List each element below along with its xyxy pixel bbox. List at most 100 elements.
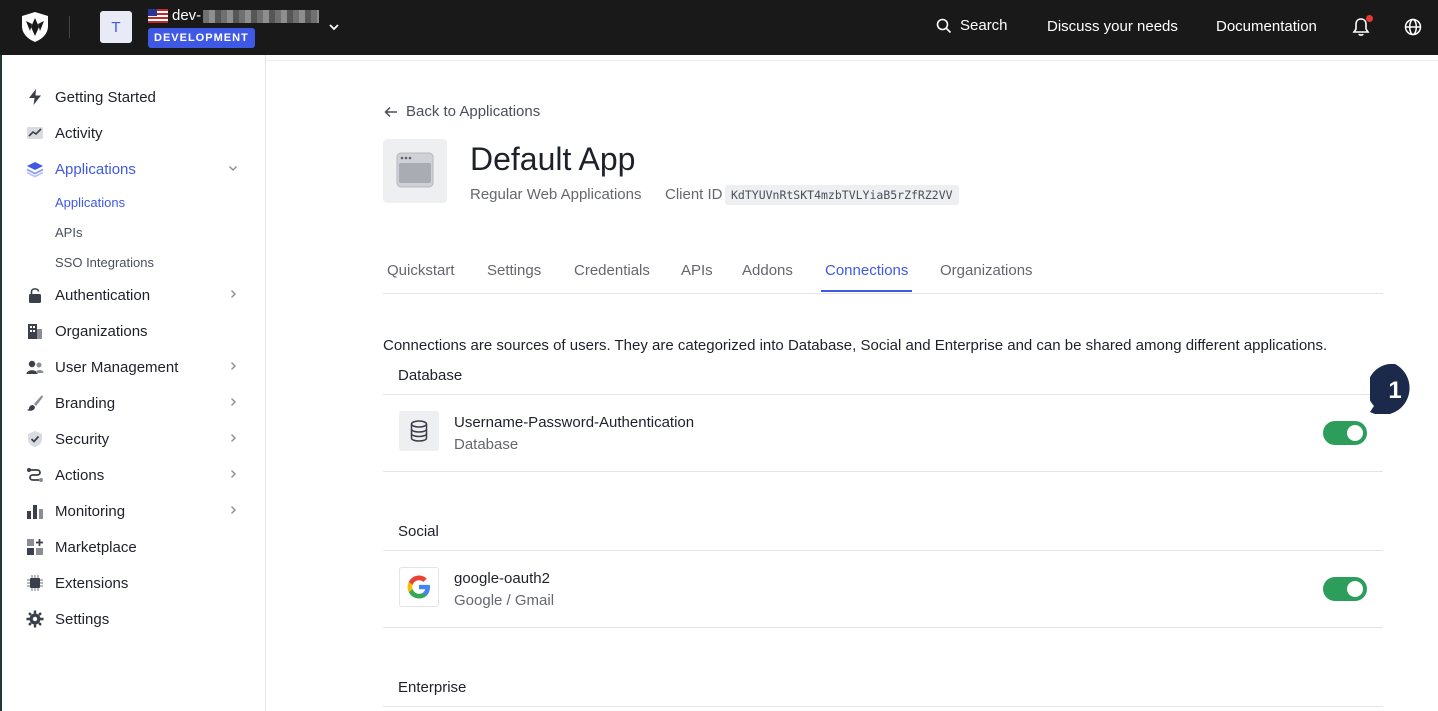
chevron-right-icon: [231, 398, 236, 406]
sidebar-item-label: Authentication: [55, 286, 151, 304]
section-title-enterprise: Enterprise: [398, 679, 467, 696]
notification-dot: [1366, 15, 1373, 22]
chevron-right-icon: [231, 506, 236, 514]
connection-type: Google / Gmail: [454, 592, 555, 609]
chevron-right-icon: [231, 290, 236, 298]
divider: [69, 16, 70, 38]
sidebar-edge: [0, 55, 2, 711]
section-title-social: Social: [398, 523, 439, 540]
sidebar-subitem-applications[interactable]: Applications: [55, 195, 125, 210]
layers-icon: [26, 160, 44, 178]
sidebar-item-label: Extensions: [55, 574, 129, 592]
tab-connections[interactable]: Connections: [825, 262, 908, 279]
sidebar-item-organizations[interactable]: Organizations: [26, 320, 244, 342]
sidebar-item-applications[interactable]: Applications: [26, 158, 244, 180]
tab-organizations[interactable]: Organizations: [940, 262, 1033, 279]
top-navigation-bar: T dev- DEVELOPMENT Search Discuss your n…: [0, 0, 1438, 55]
page-title: Default App: [470, 141, 636, 177]
divider: [383, 394, 1383, 395]
google-logo-icon: [399, 567, 439, 607]
sidebar-item-monitoring[interactable]: Monitoring: [26, 500, 244, 522]
tab-credentials[interactable]: Credentials: [574, 262, 650, 279]
building-icon: [26, 322, 44, 340]
actions-flow-icon: [26, 466, 44, 484]
sidebar-item-security[interactable]: Security: [26, 428, 244, 450]
sidebar-item-label: Organizations: [55, 322, 148, 340]
activity-chart-icon: [26, 124, 44, 142]
sidebar-item-label: Marketplace: [55, 538, 137, 556]
sidebar-subitem-apis[interactable]: APIs: [55, 225, 82, 240]
section-title-database: Database: [398, 367, 463, 384]
lock-icon: [26, 286, 44, 304]
chevron-down-icon[interactable]: [328, 21, 340, 33]
arrow-left-icon: [384, 106, 397, 117]
back-to-applications-link[interactable]: Back to Applications: [384, 103, 540, 120]
toggle-knob: [1347, 425, 1363, 441]
client-id-label: Client ID: [665, 186, 723, 203]
search-button[interactable]: Search: [936, 17, 1008, 34]
lightning-icon: [26, 88, 44, 106]
chevron-right-icon: [231, 362, 236, 370]
gear-icon: [26, 610, 44, 628]
database-connection-toggle[interactable]: [1323, 421, 1367, 445]
back-link-label: Back to Applications: [406, 103, 541, 120]
sidebar-item-activity[interactable]: Activity: [26, 122, 244, 144]
divider: [383, 471, 1383, 472]
connection-name: Username-Password-Authentication: [454, 414, 695, 431]
toggle-knob: [1347, 581, 1363, 597]
sidebar-item-label: Security: [55, 430, 110, 448]
sidebar-subitem-sso-integrations[interactable]: SSO Integrations: [55, 255, 154, 270]
sidebar-item-label: Getting Started: [55, 88, 156, 106]
divider: [383, 706, 1383, 707]
auth0-logo-icon[interactable]: [22, 12, 48, 42]
database-icon: [399, 411, 439, 451]
sidebar-item-extensions[interactable]: Extensions: [26, 572, 244, 594]
tab-addons[interactable]: Addons: [742, 262, 793, 279]
brush-icon: [26, 394, 44, 412]
sidebar-item-marketplace[interactable]: Marketplace: [26, 536, 244, 558]
sidebar-item-branding[interactable]: Branding: [26, 392, 244, 414]
divider: [383, 627, 1383, 628]
connection-name: google-oauth2: [454, 570, 550, 587]
chevron-right-icon: [231, 470, 236, 478]
browser-window-icon: [396, 152, 434, 188]
discuss-needs-link[interactable]: Discuss your needs: [1047, 18, 1178, 35]
sidebar-item-label: Branding: [55, 394, 116, 412]
client-id-value[interactable]: KdTYUVnRtSKT4mzbTVLYiaB5rZfRZ2VV: [725, 185, 959, 205]
sidebar-item-label: Monitoring: [55, 502, 126, 520]
connections-description: Connections are sources of users. They a…: [383, 337, 1328, 354]
chip-icon: [26, 574, 44, 592]
google-connection-toggle[interactable]: [1323, 577, 1367, 601]
search-icon: [936, 18, 952, 33]
app-icon: [383, 139, 447, 203]
sidebar-item-settings[interactable]: Settings: [26, 608, 244, 630]
us-flag-icon: [148, 9, 168, 23]
sidebar-item-label: Actions: [55, 466, 105, 484]
sidebar-item-label: Activity: [55, 124, 103, 142]
tab-apis[interactable]: APIs: [681, 262, 713, 279]
divider: [383, 550, 1383, 551]
chevron-right-icon: [231, 434, 236, 442]
sidebar-item-label: User Management: [55, 358, 179, 376]
sidebar-item-actions[interactable]: Actions: [26, 464, 244, 486]
application-type: Regular Web Applications: [470, 186, 642, 203]
users-icon: [26, 358, 44, 376]
documentation-link[interactable]: Documentation: [1216, 18, 1317, 35]
globe-icon[interactable]: [1404, 18, 1422, 36]
tab-settings[interactable]: Settings: [487, 262, 541, 279]
tenant-name[interactable]: dev-: [172, 7, 201, 24]
sidebar-item-label: Applications: [55, 160, 136, 178]
sidebar-item-authentication[interactable]: Authentication: [26, 284, 244, 306]
grid-plus-icon: [26, 538, 44, 556]
active-tab-indicator: [821, 290, 912, 292]
tab-quickstart[interactable]: Quickstart: [387, 262, 455, 279]
connection-type: Database: [454, 436, 519, 453]
sidebar-item-user-management[interactable]: User Management: [26, 356, 244, 378]
sidebar-item-getting-started[interactable]: Getting Started: [26, 86, 244, 108]
tenant-name-redacted: [203, 10, 319, 23]
chevron-down-icon: [229, 166, 237, 171]
tenant-avatar[interactable]: T: [100, 11, 132, 43]
badge-number: 1: [1388, 377, 1401, 404]
environment-badge: DEVELOPMENT: [148, 28, 255, 48]
search-label: Search: [960, 17, 1008, 34]
